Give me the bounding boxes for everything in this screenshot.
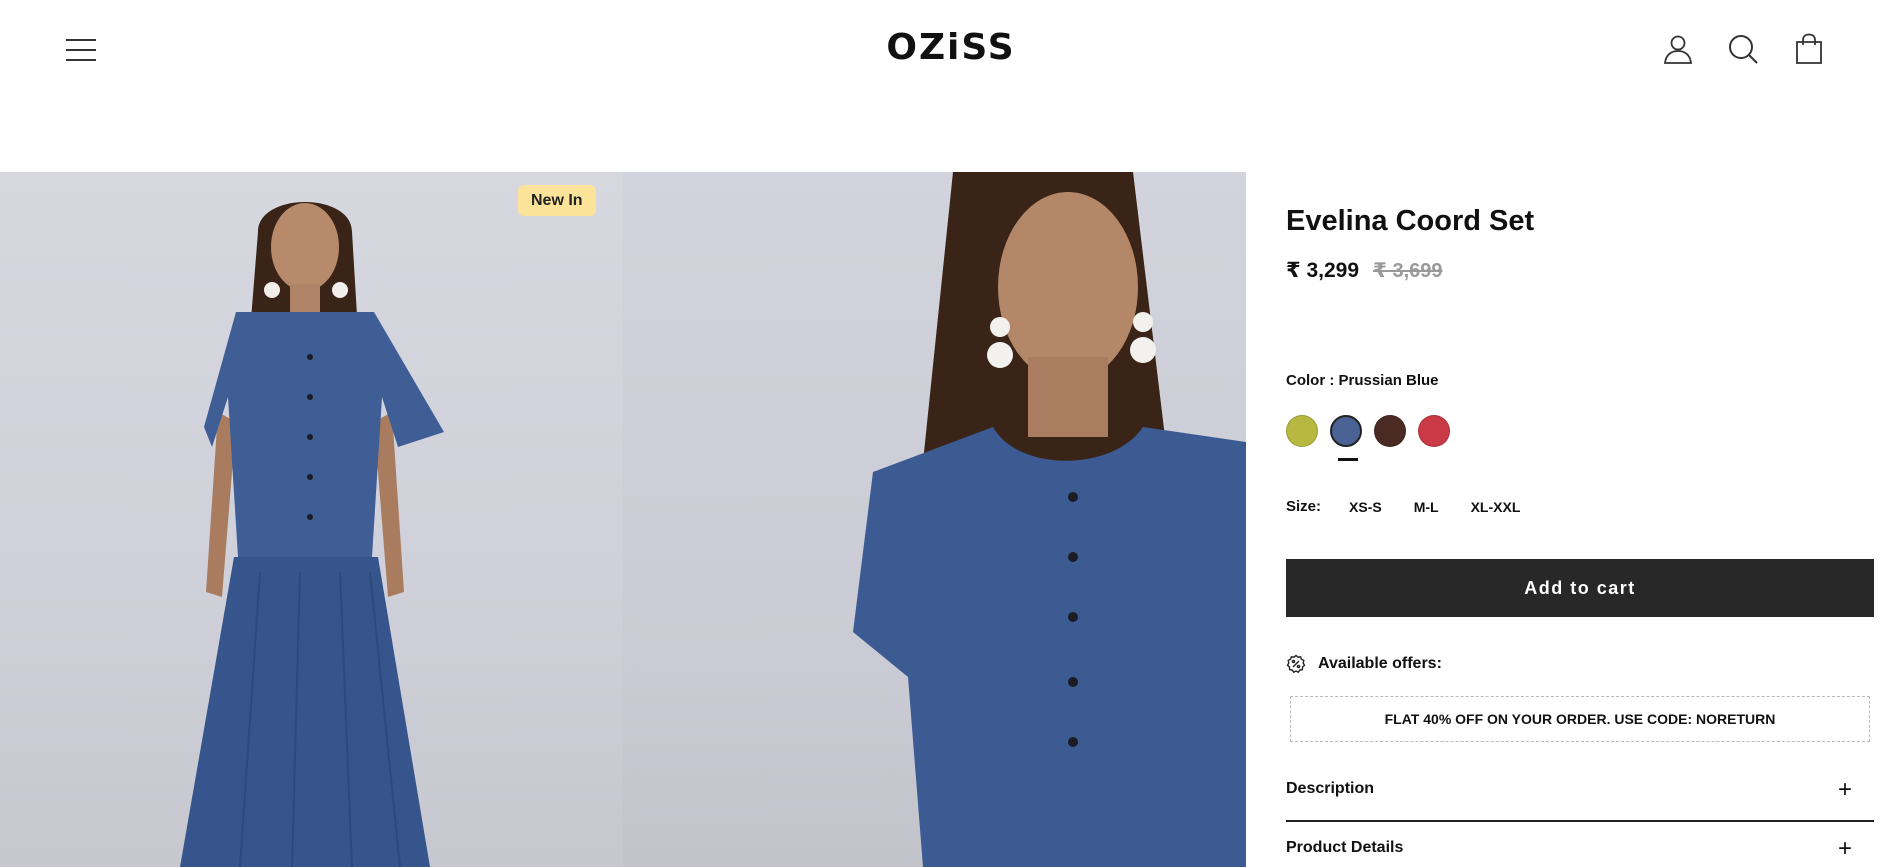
offer-code-box[interactable]: FLAT 40% OFF ON YOUR ORDER. USE CODE: NO… <box>1290 696 1870 742</box>
swatch-olive[interactable] <box>1286 415 1318 447</box>
swatch-brown[interactable] <box>1374 415 1406 447</box>
accordion-divider <box>1286 820 1874 822</box>
selected-swatch-indicator <box>1338 458 1358 461</box>
sale-price: ₹ 3,299 <box>1286 259 1359 282</box>
accordion-description-label: Description <box>1286 780 1375 797</box>
size-option-xl-xxl[interactable]: XL-XXL <box>1471 499 1521 515</box>
accordion-product-details-label: Product Details <box>1286 839 1404 856</box>
account-icon[interactable] <box>1662 33 1694 65</box>
offers-label: Available offers: <box>1318 655 1442 672</box>
swatch-red[interactable] <box>1418 415 1450 447</box>
offer-badge-icon <box>1286 654 1306 674</box>
size-selector: Size: XS-S M-L XL-XXL <box>1286 498 1552 515</box>
compare-at-price: ₹ 3,699 <box>1373 260 1443 282</box>
search-icon[interactable] <box>1727 33 1759 65</box>
accordion-product-details[interactable]: Product Details + <box>1286 829 1874 867</box>
add-to-cart-button[interactable]: Add to cart <box>1286 559 1874 617</box>
cart-icon[interactable] <box>1793 33 1825 65</box>
menu-icon[interactable] <box>66 38 96 62</box>
new-in-badge: New In <box>518 185 596 216</box>
accordion-description[interactable]: Description + <box>1286 770 1874 810</box>
product-gallery: New In <box>0 172 1246 867</box>
offers-header: Available offers: <box>1286 654 1442 674</box>
swatch-prussian-blue[interactable] <box>1330 415 1362 461</box>
size-option-xs-s[interactable]: XS-S <box>1349 499 1382 515</box>
size-label: Size: <box>1286 498 1322 515</box>
product-title: Evelina Coord Set <box>1286 205 1535 237</box>
size-option-m-l[interactable]: M-L <box>1414 499 1439 515</box>
product-image-closeup[interactable] <box>623 172 1246 867</box>
model-illustration-full <box>180 202 444 867</box>
color-swatches <box>1286 415 1450 461</box>
price-row: ₹ 3,299 ₹ 3,699 <box>1286 258 1443 283</box>
color-label: Color : Prussian Blue <box>1286 372 1439 389</box>
product-info-panel: Evelina Coord Set ₹ 3,299 ₹ 3,699 Color … <box>1286 172 1874 867</box>
product-image-full-length[interactable]: New In <box>0 172 623 867</box>
plus-icon: + <box>1837 835 1852 862</box>
site-logo[interactable]: OZiSS <box>884 28 1018 68</box>
model-illustration-closeup <box>853 172 1246 867</box>
plus-icon: + <box>1837 776 1852 803</box>
site-header: OZiSS <box>0 0 1892 100</box>
